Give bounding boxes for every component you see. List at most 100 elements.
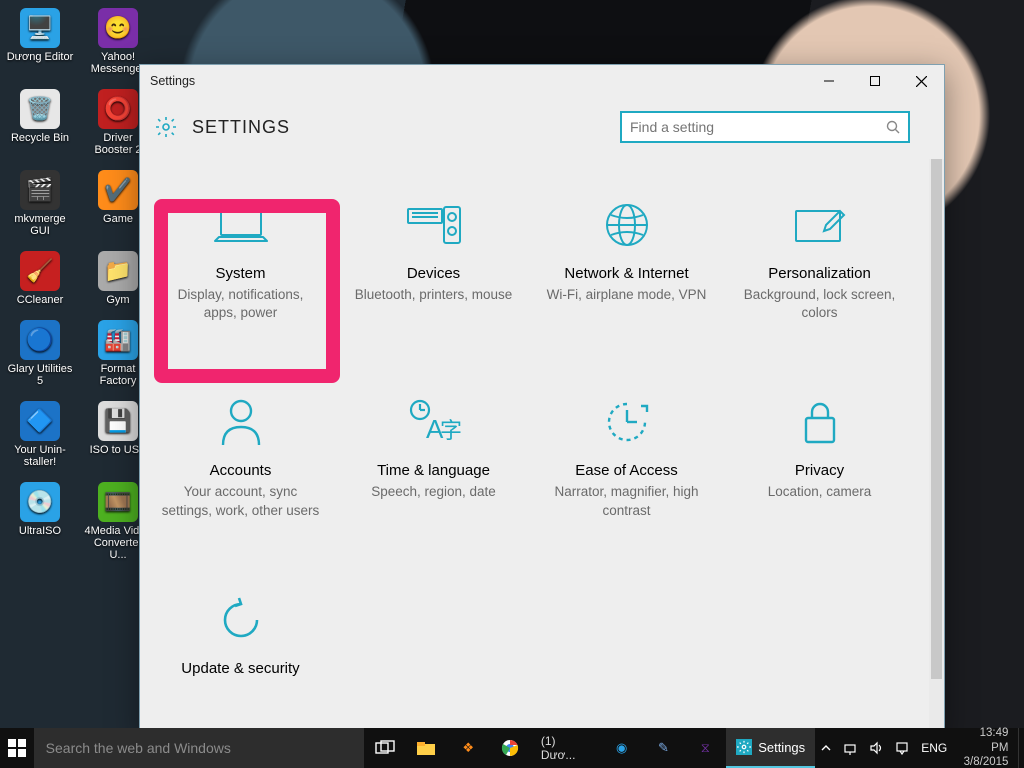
teamviewer-button[interactable]: ◉ [601,728,643,768]
chevron-up-icon [821,743,831,753]
tile-desc: Narrator, magnifier, high contrast [547,483,707,519]
desktop-icon[interactable]: 🔵Glary Utilities 5 [6,320,74,387]
titlebar[interactable]: Settings [140,65,944,97]
tray-volume[interactable] [863,728,889,768]
tray-action-center[interactable] [889,728,915,768]
laptop-icon [211,199,271,251]
tile-network[interactable]: Network & Internet Wi-Fi, airplane mode,… [532,183,721,332]
minimize-button[interactable] [806,65,852,97]
system-tray: ENG 13:49 PM 3/8/2015 [815,728,1024,768]
show-desktop[interactable] [1018,728,1024,768]
taskbar-app-icon[interactable]: ⧖ [684,728,726,768]
taskbar-app-icon[interactable]: ✎ [643,728,685,768]
tile-desc: Background, lock screen, colors [740,286,900,322]
search-input[interactable] [630,119,886,135]
header-row: SETTINGS [140,97,944,159]
tile-desc: Bluetooth, printers, mouse [355,286,513,304]
app-icon: ⧖ [701,740,710,756]
network-icon [843,741,857,755]
tile-system[interactable]: System Display, notifications, apps, pow… [146,183,335,332]
clock-time: 13:49 PM [963,726,1008,755]
folder-icon [416,740,436,756]
tile-desc: Your account, sync settings, work, other… [161,483,321,519]
start-button[interactable] [0,728,34,768]
gear-icon [154,115,178,139]
desktop-icon-label: Recycle Bin [11,132,69,144]
tile-title: Devices [407,265,460,282]
taskbar-app-icon[interactable]: ❖ [447,728,489,768]
desktop-icon[interactable]: 🗑️Recycle Bin [6,89,74,156]
notification-icon [895,741,909,755]
settings-task-label: Settings [758,740,805,755]
desktop-icon-label: UltraISO [19,525,61,537]
ease-of-access-icon [603,396,651,448]
taskbar-search[interactable]: Search the web and Windows [34,728,364,768]
chrome-task-label: (1) Dươ... [541,734,591,762]
minimize-icon [824,76,834,86]
tile-time-language[interactable]: A 字 Time & language Speech, region, date [339,380,528,529]
gear-icon [736,739,752,755]
clock-date: 3/8/2015 [963,755,1008,768]
desktop-icon[interactable]: 🖥️Dương Editor [6,8,74,75]
tile-accounts[interactable]: Accounts Your account, sync settings, wo… [146,380,335,529]
taskbar-search-placeholder: Search the web and Windows [46,740,231,756]
tile-desc: Location, camera [768,483,872,501]
tile-title: Ease of Access [575,462,678,479]
chrome-window-task[interactable]: (1) Dươ... [531,728,601,768]
close-button[interactable] [898,65,944,97]
maximize-button[interactable] [852,65,898,97]
settings-task[interactable]: Settings [726,728,815,768]
tile-title: Privacy [795,462,844,479]
tile-desc: Display, notifications, apps, power [161,286,321,322]
tray-language[interactable]: ENG [915,728,953,768]
tile-title: Update & security [181,660,299,677]
settings-window: Settings SETTINGS [139,64,945,736]
taskbar-clock[interactable]: 13:49 PM 3/8/2015 [953,726,1018,768]
time-language-icon: A 字 [406,396,462,448]
tile-title: Network & Internet [564,265,688,282]
desktop-icon-label: ISO to USB [90,444,147,456]
tile-ease-of-access[interactable]: Ease of Access Narrator, magnifier, high… [532,380,721,529]
desktop-icon[interactable]: 💿UltraISO [6,482,74,561]
teamviewer-icon: ◉ [616,740,627,756]
language-label: ENG [921,741,947,755]
tile-personalization[interactable]: Personalization Background, lock screen,… [725,183,914,332]
window-title: Settings [150,74,195,88]
chrome-icon [501,739,519,757]
tile-title: Personalization [768,265,871,282]
tray-overflow[interactable] [815,728,837,768]
settings-grid: System Display, notifications, apps, pow… [140,159,944,691]
lock-icon [800,396,840,448]
desktop-icon-label: Gym [106,294,129,306]
close-icon [916,76,927,87]
update-icon [217,594,265,646]
tile-privacy[interactable]: Privacy Location, camera [725,380,914,529]
app-icon: ❖ [462,740,474,756]
tile-title: Accounts [210,462,272,479]
desktop-icon-label: CCleaner [17,294,63,306]
settings-content: System Display, notifications, apps, pow… [140,159,944,735]
file-explorer-button[interactable] [405,728,447,768]
svg-text:字: 字 [440,418,462,443]
tray-network[interactable] [837,728,863,768]
scroll-thumb[interactable] [931,159,942,679]
maximize-icon [870,76,880,86]
desktop-icon[interactable]: 🔷Your Unin-staller! [6,401,74,468]
volume-icon [869,741,883,755]
tile-devices[interactable]: Devices Bluetooth, printers, mouse [339,183,528,332]
tile-title: Time & language [377,462,490,479]
devices-icon [404,199,464,251]
windows-icon [8,739,26,757]
personalize-icon [792,199,848,251]
tile-title: System [215,265,265,282]
task-view-button[interactable] [364,728,406,768]
desktop-icon[interactable]: 🧹CCleaner [6,251,74,306]
taskbar: Search the web and Windows ❖ (1) Dươ... … [0,728,1024,768]
search-box[interactable] [620,111,910,143]
chrome-button[interactable] [489,728,531,768]
tile-update-security[interactable]: Update & security [146,578,335,691]
desktop-icon-label: Dương Editor [7,51,74,63]
desktop-icon[interactable]: 🎬mkvmerge GUI [6,170,74,237]
tile-desc: Wi-Fi, airplane mode, VPN [547,286,707,304]
scrollbar[interactable] [929,159,944,735]
